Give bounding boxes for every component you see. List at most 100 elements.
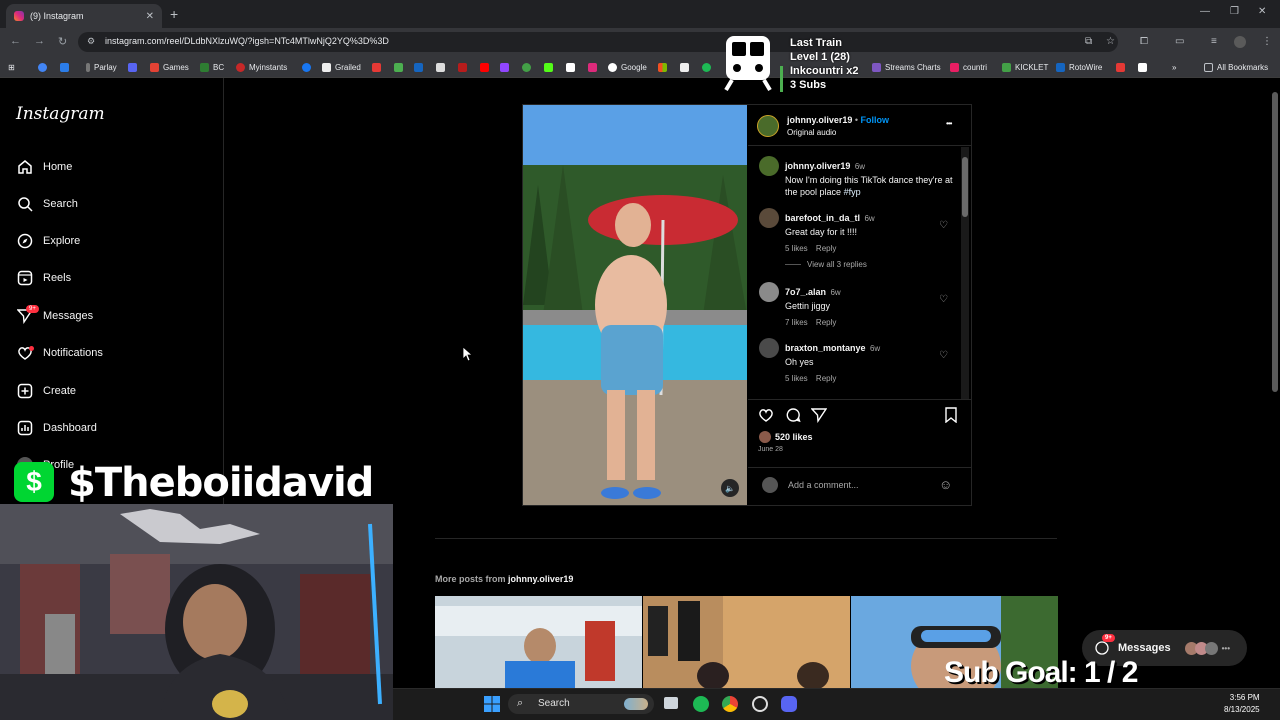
commenter-avatar[interactable] [759,282,779,302]
address-bar[interactable]: ⚙ instagram.com/reel/DLdbNXlzuWQ/?igsh=N… [78,32,1118,52]
save-bookmark-icon[interactable] [944,407,958,428]
like-comment-icon[interactable]: ♡ [939,220,948,231]
commenter-avatar[interactable] [759,208,779,228]
media-icon[interactable]: ≡ [1211,36,1217,47]
instagram-logo[interactable]: Instagram [16,104,105,124]
more-options-icon[interactable]: ••• [946,119,952,128]
follow-button[interactable]: Follow [861,115,890,125]
windows-start-icon[interactable] [484,696,500,717]
sidebar-item-reels[interactable]: Reels [16,267,71,289]
chrome-taskbar-icon[interactable] [722,696,738,712]
extensions-icon[interactable]: ⧠ [1140,36,1148,47]
sidebar-item-dashboard[interactable]: Dashboard [16,417,97,439]
bookmarks-overflow-icon[interactable]: » [1172,60,1176,74]
reel-video[interactable]: 🔈 [523,105,747,505]
commenter-avatar[interactable] [759,338,779,358]
bookmark-streams-charts[interactable]: Streams Charts [872,60,941,74]
close-window-button[interactable]: ✕ [1258,6,1266,17]
bookmark-grailed[interactable]: Grailed [322,60,361,74]
comment-username[interactable]: johnny.oliver19 [785,161,850,171]
app-taskbar-icon[interactable] [752,696,768,712]
author-avatar[interactable] [757,115,779,137]
twitch-icon[interactable] [500,60,513,74]
instagram-icon[interactable] [588,60,601,74]
apps-grid-icon[interactable]: ⊞ [8,60,15,74]
post-thumbnail[interactable] [643,596,850,688]
like-post-icon[interactable] [758,407,774,428]
bookmark-bc[interactable]: BC [200,60,224,74]
original-audio-link[interactable]: Original audio [787,128,836,137]
bookmark-icon[interactable] [680,60,693,74]
comment-likes[interactable]: 7 likes [785,318,808,327]
minimize-button[interactable]: — [1200,6,1210,17]
bookmark-games[interactable]: Games [150,60,189,74]
comment-likes[interactable]: 5 likes [785,374,808,383]
author-username[interactable]: johnny.oliver19 [787,115,852,125]
like-comment-icon[interactable]: ♡ [939,294,948,305]
mute-toggle-icon[interactable]: 🔈 [721,479,739,497]
install-app-icon[interactable]: ⧉ [1085,36,1092,47]
bookmark-icon[interactable] [436,60,449,74]
taskbar-clock[interactable]: 3:56 PM 8/13/2025 [1224,692,1260,716]
x-icon[interactable] [566,60,579,74]
more-posts-user-link[interactable]: johnny.oliver19 [508,574,573,584]
reply-button[interactable]: Reply [816,318,836,327]
chrome-menu-icon[interactable]: ⋮ [1262,36,1272,47]
sidebar-item-home[interactable]: Home [16,156,72,178]
like-comment-icon[interactable]: ♡ [939,350,948,361]
emoji-icon[interactable]: ☺ [939,477,952,492]
forward-icon[interactable]: → [34,35,45,47]
browser-tab-instagram[interactable]: (9) Instagram ✕ [6,4,162,28]
site-info-icon[interactable]: ⚙ [87,36,95,47]
maximize-button[interactable]: ❐ [1230,6,1239,17]
bookmark-parlay[interactable]: Parlay [86,60,117,74]
back-icon[interactable]: ← [10,35,21,47]
bookmark-icon[interactable] [60,60,73,74]
bookmark-icon[interactable] [1116,60,1129,74]
sidebar-item-create[interactable]: Create [16,380,76,402]
spotify-taskbar-icon[interactable] [693,696,709,712]
bookmark-icon[interactable] [394,60,407,74]
bookmark-facebook-icon[interactable] [302,60,315,74]
all-bookmarks[interactable]: All Bookmarks [1204,60,1268,74]
spotify-icon[interactable] [702,60,715,74]
comment-username[interactable]: barefoot_in_da_tl [785,213,860,223]
comment-username[interactable]: braxton_montanye [785,343,866,353]
sidepanel-icon[interactable]: ▭ [1175,36,1184,47]
like-count[interactable]: 520 likes [775,432,813,442]
microsoft-icon[interactable] [658,60,671,74]
commenter-avatar[interactable] [759,156,779,176]
bookmark-icon[interactable] [372,60,385,74]
share-icon[interactable] [810,407,828,428]
youtube-icon[interactable] [480,60,493,74]
kick-icon[interactable] [544,60,557,74]
comment-username[interactable]: 7o7_.alan [785,287,826,297]
bookmark-rotowire[interactable]: RotoWire [1056,60,1102,74]
sidebar-item-search[interactable]: Search [16,193,78,215]
bookmark-icon[interactable] [1138,60,1151,74]
comment-icon[interactable] [785,407,801,428]
view-replies-link[interactable]: View all 3 replies [785,260,867,269]
bookmark-countri[interactable]: countri [950,60,987,74]
bookmark-myinstants[interactable]: Myinstants [236,60,287,74]
comment-likes[interactable]: 5 likes [785,244,808,253]
post-thumbnail[interactable] [435,596,642,688]
hashtag-link[interactable]: #fyp [844,187,861,197]
add-comment-input[interactable]: Add a comment... [788,480,859,490]
bookmark-kicklet[interactable]: KICKLET [1002,60,1048,74]
bookmark-google[interactable]: Google [608,60,647,74]
sidebar-item-explore[interactable]: Explore [16,230,80,252]
bookmark-star-icon[interactable]: ☆ [1106,36,1115,47]
reload-icon[interactable]: ↻ [58,35,67,48]
sidebar-item-notifications[interactable]: Notifications [16,342,103,364]
tab-close-icon[interactable]: ✕ [146,11,154,22]
page-scrollbar[interactable] [1270,78,1280,688]
bookmark-icon[interactable] [522,60,535,74]
bookmark-icon[interactable] [38,60,51,74]
discord-taskbar-icon[interactable] [781,696,797,712]
task-view-icon[interactable] [664,697,678,709]
new-tab-button[interactable]: + [170,6,178,22]
bookmark-icon[interactable] [414,60,427,74]
reply-button[interactable]: Reply [816,244,836,253]
profile-avatar[interactable] [1234,36,1246,48]
